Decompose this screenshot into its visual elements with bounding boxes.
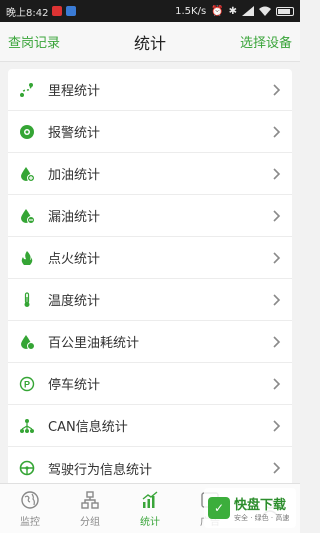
tab-monitor[interactable]: 监控 — [0, 484, 60, 533]
list-item-can-info[interactable]: CAN信息统计 — [8, 405, 292, 447]
chevron-right-icon — [272, 419, 282, 433]
network-speed: 1.5K/s — [175, 5, 207, 17]
refuel-icon — [18, 165, 36, 183]
select-device-link[interactable]: 选择设备 — [240, 32, 292, 51]
chevron-right-icon — [272, 167, 282, 181]
top-nav-bar: 查岗记录 统计 选择设备 — [0, 22, 300, 62]
list-item-label: 报警统计 — [48, 126, 101, 141]
list-item-temperature[interactable]: 温度统计 — [8, 279, 292, 321]
steering-wheel-icon — [18, 459, 36, 477]
signal-icon — [242, 6, 254, 16]
route-icon — [18, 81, 36, 99]
list-item-label: 加油统计 — [48, 168, 101, 183]
page-title: 统计 — [133, 33, 166, 53]
wifi-icon — [259, 6, 271, 16]
list-item-label: 点火统计 — [48, 252, 101, 267]
list-item-fuel-consumption[interactable]: 百公里油耗统计 — [8, 321, 292, 363]
tab-label: 监控 — [20, 516, 40, 528]
thermometer-icon — [18, 291, 36, 309]
list-item-label: 温度统计 — [48, 294, 101, 309]
fuel-consumption-icon — [18, 333, 36, 351]
ignition-icon — [18, 249, 36, 267]
globe-icon — [21, 490, 39, 509]
list-item-refuel[interactable]: 加油统计 — [8, 153, 292, 195]
notification-icon — [52, 6, 63, 16]
check-record-link[interactable]: 查岗记录 — [8, 32, 60, 51]
app-notification-icon — [66, 6, 77, 16]
chevron-right-icon — [272, 377, 282, 391]
list-item-label: 百公里油耗统计 — [48, 336, 140, 351]
alarm-status-icon: ⏰ — [211, 5, 224, 17]
chevron-right-icon — [272, 461, 282, 475]
status-time: 晚上8:42 — [6, 7, 49, 19]
statistics-list: 里程统计 报警统计 加油统计 漏油统计 点火统计 温度统计 百公里油耗统计 P … — [8, 69, 292, 489]
svg-text:P: P — [24, 379, 30, 389]
list-item-parking[interactable]: P 停车统计 — [8, 363, 292, 405]
tab-label: 分组 — [80, 516, 100, 528]
oil-leak-icon — [18, 207, 36, 225]
parking-icon: P — [18, 375, 36, 393]
watermark-logo-icon: ✓ — [208, 497, 230, 519]
chevron-right-icon — [272, 293, 282, 307]
list-item-alarm[interactable]: 报警统计 — [8, 111, 292, 153]
chevron-right-icon — [272, 209, 282, 223]
list-item-label: CAN信息统计 — [48, 420, 128, 435]
battery-icon — [276, 6, 294, 16]
can-info-icon — [18, 417, 36, 435]
list-item-label: 停车统计 — [48, 378, 101, 393]
watermark-badge: ✓ 快盘下载 安全 · 绿色 · 高速 — [204, 488, 296, 528]
chevron-right-icon — [272, 125, 282, 139]
status-bar: 晚上8:42 1.5K/s ⏰ ✱ — [0, 0, 300, 22]
watermark-title: 快盘下载 — [234, 497, 287, 513]
bar-chart-icon — [142, 490, 158, 508]
list-item-label: 漏油统计 — [48, 210, 101, 225]
list-item-mileage[interactable]: 里程统计 — [8, 69, 292, 111]
list-item-label: 里程统计 — [48, 84, 101, 99]
bluetooth-icon: ✱ — [228, 5, 237, 17]
chevron-right-icon — [272, 335, 282, 349]
tab-group[interactable]: 分组 — [60, 484, 120, 533]
list-item-ignition[interactable]: 点火统计 — [8, 237, 292, 279]
list-item-oil-leak[interactable]: 漏油统计 — [8, 195, 292, 237]
chevron-right-icon — [272, 251, 282, 265]
watermark-subtitle: 安全 · 绿色 · 高速 — [234, 513, 290, 522]
list-item-label: 驾驶行为信息统计 — [48, 462, 153, 478]
tab-statistics[interactable]: 统计 — [120, 484, 180, 533]
tab-label: 统计 — [140, 516, 160, 528]
alarm-icon — [18, 123, 36, 141]
group-icon — [81, 490, 99, 509]
chevron-right-icon — [272, 83, 282, 97]
